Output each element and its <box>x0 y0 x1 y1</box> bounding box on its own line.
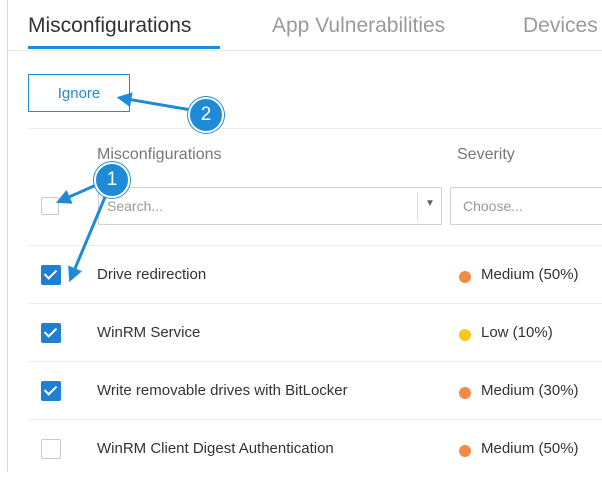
column-header-severity[interactable]: Severity <box>457 146 515 164</box>
table-row[interactable]: Write removable drives with BitLocker Me… <box>28 362 602 419</box>
row-name: Drive redirection <box>97 266 207 283</box>
ignore-button[interactable]: Ignore <box>28 74 130 112</box>
row-checkbox[interactable] <box>41 381 61 401</box>
row-severity: Medium (30%) <box>481 382 579 399</box>
severity-filter-select[interactable]: Choose... <box>450 187 602 225</box>
divider <box>28 128 602 129</box>
table-row[interactable]: WinRM Client Digest Authentication Mediu… <box>28 420 602 477</box>
row-checkbox[interactable] <box>41 265 61 285</box>
row-name: WinRM Service <box>97 324 201 341</box>
row-name: Write removable drives with BitLocker <box>97 382 348 399</box>
annotation-badge-2: 2 <box>188 97 224 133</box>
active-tab-indicator <box>28 46 220 49</box>
tab-devices[interactable]: Devices <box>523 14 598 38</box>
caret-down-icon[interactable]: ▼ <box>425 198 435 209</box>
search-input[interactable]: Search... ▼ <box>98 187 442 225</box>
column-header-misconfigurations[interactable]: Misconfigurations <box>97 146 222 164</box>
row-name: WinRM Client Digest Authentication <box>97 440 334 457</box>
severity-dot <box>459 329 471 341</box>
dropdown-divider <box>417 192 418 220</box>
row-checkbox[interactable] <box>41 323 61 343</box>
table-row[interactable]: Drive redirection Medium (50%) <box>28 246 602 303</box>
main-panel: Misconfigurations App Vulnerabilities De… <box>7 0 602 472</box>
choose-placeholder: Choose... <box>463 198 523 214</box>
severity-dot <box>459 387 471 399</box>
row-severity: Medium (50%) <box>481 266 579 283</box>
select-all-checkbox[interactable] <box>41 197 59 215</box>
severity-dot <box>459 445 471 457</box>
severity-dot <box>459 271 471 283</box>
tab-app-vulnerabilities[interactable]: App Vulnerabilities <box>272 14 445 38</box>
annotation-badge-1: 1 <box>94 162 130 198</box>
row-severity: Low (10%) <box>481 324 553 341</box>
row-severity: Medium (50%) <box>481 440 579 457</box>
tab-bar: Misconfigurations App Vulnerabilities De… <box>8 0 602 51</box>
tab-misconfigurations[interactable]: Misconfigurations <box>28 14 191 38</box>
row-checkbox[interactable] <box>41 439 61 459</box>
search-placeholder: Search... <box>107 198 164 214</box>
table-row[interactable]: WinRM Service Low (10%) <box>28 304 602 361</box>
